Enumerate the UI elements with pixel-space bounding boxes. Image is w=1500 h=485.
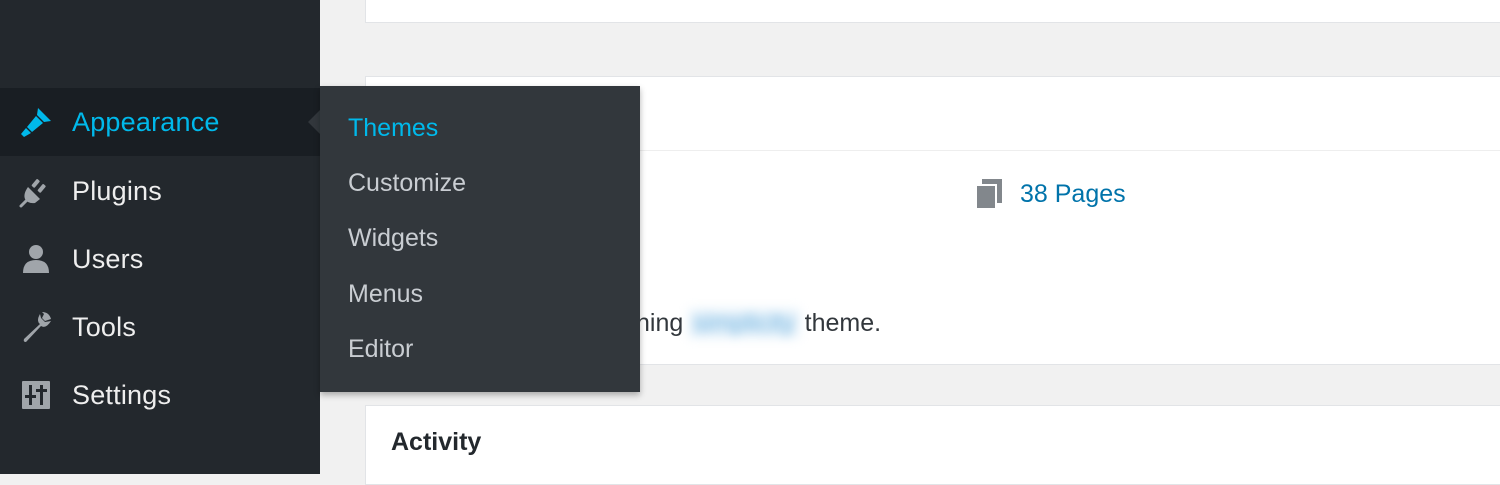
plug-icon	[18, 173, 54, 209]
activity-card: Activity	[365, 405, 1500, 485]
sidebar-item-label: Tools	[72, 311, 137, 342]
sidebar-item-label: Settings	[72, 379, 172, 410]
sliders-icon	[18, 377, 54, 413]
submenu-item-menus[interactable]: Menus	[348, 280, 423, 309]
theme-info-suffix: theme.	[804, 309, 882, 337]
submenu-item-customize[interactable]: Customize	[348, 169, 466, 198]
sidebar-item-users[interactable]: Users	[0, 225, 320, 293]
user-icon	[18, 241, 54, 277]
activity-title: Activity	[391, 428, 482, 456]
submenu-item-widgets[interactable]: Widgets	[348, 224, 438, 253]
admin-sidebar: Appearance Plugins Users Tools Settings	[0, 0, 320, 474]
paintbrush-icon	[18, 104, 54, 140]
pages-count-link[interactable]: 38 Pages	[974, 177, 1126, 211]
theme-name-link[interactable]: simplicity	[689, 309, 799, 338]
sidebar-item-settings[interactable]: Settings	[0, 361, 320, 429]
pages-count-label: 38 Pages	[1020, 179, 1126, 208]
sidebar-item-label: Users	[72, 243, 144, 274]
theme-info-prefix: ning	[636, 309, 684, 337]
sidebar-item-label: Appearance	[72, 106, 220, 137]
sidebar-item-plugins[interactable]: Plugins	[0, 157, 320, 225]
top-widget-card	[365, 0, 1500, 23]
theme-info-line: ning simplicity theme.	[636, 309, 881, 338]
sidebar-item-tools[interactable]: Tools	[0, 293, 320, 361]
wrench-icon	[18, 309, 54, 345]
appearance-submenu: Themes Customize Widgets Menus Editor	[320, 86, 640, 392]
sidebar-item-label: Plugins	[72, 175, 162, 206]
sidebar-item-appearance[interactable]: Appearance	[0, 88, 320, 156]
submenu-item-editor[interactable]: Editor	[348, 335, 413, 364]
pages-icon	[974, 177, 1004, 211]
submenu-item-themes[interactable]: Themes	[348, 114, 438, 143]
